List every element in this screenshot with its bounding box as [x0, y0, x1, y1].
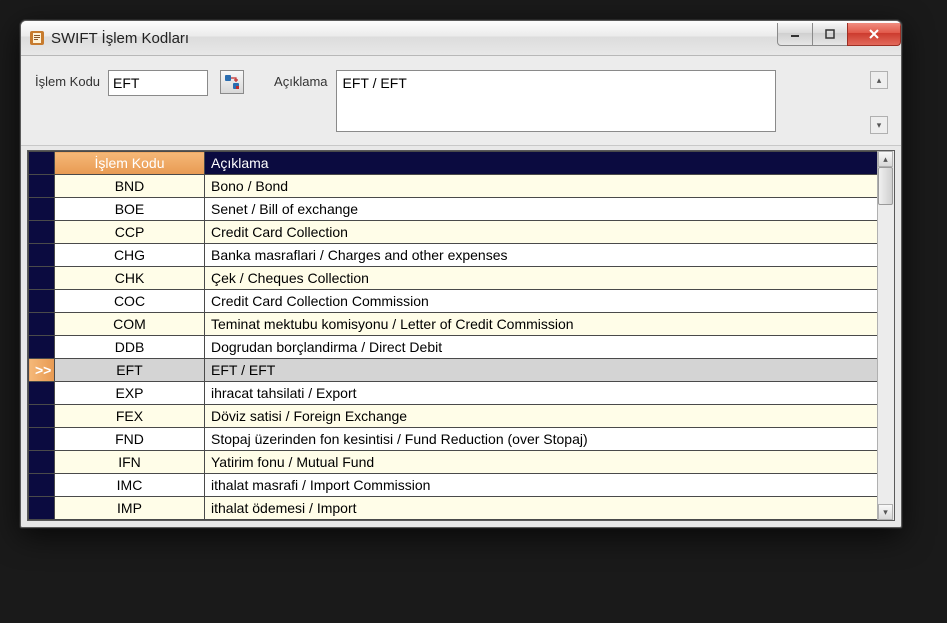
islem-kodu-input-wrap [108, 70, 208, 96]
row-marker[interactable] [29, 244, 55, 267]
cell-desc[interactable]: ihracat tahsilati / Export [205, 382, 878, 405]
aciklama-label: Açıklama [274, 70, 327, 89]
cell-desc[interactable]: ithalat masrafi / Import Commission [205, 474, 878, 497]
cell-desc[interactable]: Credit Card Collection [205, 221, 878, 244]
grid-header-marker [29, 152, 55, 175]
grid-scrollbar[interactable]: ▴ ▾ [877, 151, 894, 520]
row-marker[interactable] [29, 428, 55, 451]
table-row[interactable]: >>EFTEFT / EFT [29, 359, 878, 382]
scroll-thumb[interactable] [878, 167, 893, 205]
cell-code[interactable]: CHK [55, 267, 205, 290]
cell-desc[interactable]: ithalat ödemesi / Import [205, 497, 878, 520]
cell-code[interactable]: EFT [55, 359, 205, 382]
cell-code[interactable]: IMC [55, 474, 205, 497]
cell-code[interactable]: FEX [55, 405, 205, 428]
grid-header-row: İşlem Kodu Açıklama [29, 152, 878, 175]
table-row[interactable]: IMPithalat ödemesi / Import [29, 497, 878, 520]
cell-code[interactable]: FND [55, 428, 205, 451]
cell-code[interactable]: COM [55, 313, 205, 336]
table-row[interactable]: IFNYatirim fonu / Mutual Fund [29, 451, 878, 474]
row-marker[interactable] [29, 313, 55, 336]
row-marker[interactable] [29, 198, 55, 221]
cell-desc[interactable]: Bono / Bond [205, 175, 878, 198]
cell-desc[interactable]: Dogrudan borçlandirma / Direct Debit [205, 336, 878, 359]
table-row[interactable]: COMTeminat mektubu komisyonu / Letter of… [29, 313, 878, 336]
scroll-up-icon[interactable]: ▴ [870, 71, 888, 89]
grid-wrap: İşlem Kodu Açıklama BNDBono / BondBOESen… [27, 150, 895, 521]
cell-desc[interactable]: Yatirim fonu / Mutual Fund [205, 451, 878, 474]
cell-desc[interactable]: Çek / Cheques Collection [205, 267, 878, 290]
row-marker[interactable] [29, 267, 55, 290]
cell-code[interactable]: BOE [55, 198, 205, 221]
cell-code[interactable]: CCP [55, 221, 205, 244]
scroll-down-icon[interactable]: ▾ [878, 504, 893, 520]
row-marker[interactable] [29, 382, 55, 405]
close-button[interactable] [847, 23, 901, 46]
cell-code[interactable]: DDB [55, 336, 205, 359]
row-marker[interactable]: >> [29, 359, 55, 382]
cell-code[interactable]: IMP [55, 497, 205, 520]
cell-desc[interactable]: EFT / EFT [205, 359, 878, 382]
lookup-button[interactable] [220, 70, 244, 94]
titlebar[interactable]: SWIFT İşlem Kodları [21, 21, 901, 56]
table-row[interactable]: CHKÇek / Cheques Collection [29, 267, 878, 290]
table-row[interactable]: BOESenet / Bill of exchange [29, 198, 878, 221]
form-area: İşlem Kodu Açıklama ▴ ▾ [21, 56, 901, 146]
aciklama-textarea[interactable] [336, 70, 776, 132]
cell-desc[interactable]: Stopaj üzerinden fon kesintisi / Fund Re… [205, 428, 878, 451]
row-marker[interactable] [29, 405, 55, 428]
table-row[interactable]: DDBDogrudan borçlandirma / Direct Debit [29, 336, 878, 359]
cell-desc[interactable]: Banka masraflari / Charges and other exp… [205, 244, 878, 267]
cell-code[interactable]: CHG [55, 244, 205, 267]
cell-code[interactable]: EXP [55, 382, 205, 405]
table-row[interactable]: BNDBono / Bond [29, 175, 878, 198]
window-controls [778, 23, 901, 45]
row-marker[interactable] [29, 497, 55, 520]
islem-kodu-input[interactable] [109, 72, 207, 94]
row-marker[interactable] [29, 474, 55, 497]
row-marker[interactable] [29, 175, 55, 198]
cell-code[interactable]: IFN [55, 451, 205, 474]
scroll-up-icon[interactable]: ▴ [878, 151, 893, 167]
window-title: SWIFT İşlem Kodları [51, 30, 778, 47]
textarea-scrollbar[interactable]: ▴ ▾ [870, 71, 886, 134]
table-row[interactable]: COCCredit Card Collection Commission [29, 290, 878, 313]
row-marker[interactable] [29, 451, 55, 474]
cell-desc[interactable]: Döviz satisi / Foreign Exchange [205, 405, 878, 428]
cell-desc[interactable]: Senet / Bill of exchange [205, 198, 878, 221]
table-row[interactable]: IMCithalat masrafi / Import Commission [29, 474, 878, 497]
cell-code[interactable]: BND [55, 175, 205, 198]
maximize-button[interactable] [812, 23, 848, 46]
row-marker[interactable] [29, 336, 55, 359]
table-row[interactable]: FNDStopaj üzerinden fon kesintisi / Fund… [29, 428, 878, 451]
cell-desc[interactable]: Credit Card Collection Commission [205, 290, 878, 313]
data-grid[interactable]: İşlem Kodu Açıklama BNDBono / BondBOESen… [28, 151, 878, 520]
grid-header-islem-kodu[interactable]: İşlem Kodu [55, 152, 205, 175]
grid-header-aciklama[interactable]: Açıklama [205, 152, 878, 175]
table-row[interactable]: CHGBanka masraflari / Charges and other … [29, 244, 878, 267]
app-icon [29, 30, 45, 46]
table-row[interactable]: CCPCredit Card Collection [29, 221, 878, 244]
islem-kodu-label: İşlem Kodu [35, 70, 100, 89]
scroll-down-icon[interactable]: ▾ [870, 116, 888, 134]
table-row[interactable]: FEXDöviz satisi / Foreign Exchange [29, 405, 878, 428]
cell-desc[interactable]: Teminat mektubu komisyonu / Letter of Cr… [205, 313, 878, 336]
row-marker[interactable] [29, 290, 55, 313]
minimize-button[interactable] [777, 23, 813, 46]
table-row[interactable]: EXPihracat tahsilati / Export [29, 382, 878, 405]
window: SWIFT İşlem Kodları İşlem Kodu [20, 20, 902, 528]
row-marker[interactable] [29, 221, 55, 244]
aciklama-wrap: ▴ ▾ [336, 70, 887, 135]
cell-code[interactable]: COC [55, 290, 205, 313]
